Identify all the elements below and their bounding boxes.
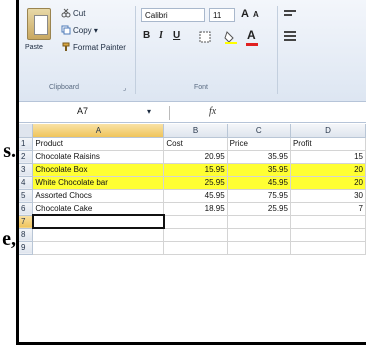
cell[interactable]: 35.95 [227,150,291,164]
formula-bar: A7 ▾ fx [19,103,366,123]
grow-font-button[interactable]: A [241,8,249,20]
font-group-label: Font [194,84,209,91]
cell[interactable]: 75.95 [227,189,291,203]
column-header-c[interactable]: C [227,124,291,138]
cell[interactable] [290,215,366,229]
selected-cell[interactable] [31,214,165,229]
format-painter-icon [62,42,70,51]
cell[interactable] [290,241,366,255]
cell[interactable]: 7 [290,202,366,216]
table-row: 9 [19,241,366,255]
cell[interactable]: 20 [290,176,366,190]
cell[interactable]: 35.95 [227,163,291,177]
cell[interactable]: Price [227,137,291,151]
cell[interactable]: White Chocolate bar [32,176,165,190]
cell[interactable] [32,228,165,242]
group-separator [277,6,278,94]
cell[interactable]: Chocolate Box [32,163,165,177]
row-header[interactable]: 5 [19,189,34,203]
cell[interactable]: Cost [163,137,228,151]
cell[interactable] [163,215,228,229]
column-header-b[interactable]: B [163,124,228,138]
cell[interactable]: 30 [290,189,366,203]
cell[interactable]: 20.95 [163,150,228,164]
ribbon: Paste Cut Copy ▾ Format Painter Clipboar… [19,0,366,102]
formula-divider [169,106,170,120]
row-header[interactable]: 4 [19,176,34,190]
cell[interactable] [227,241,291,255]
group-separator [135,6,136,94]
cell[interactable]: 15.95 [163,163,228,177]
cell[interactable]: 45.95 [163,189,228,203]
cell[interactable]: 15 [290,150,366,164]
borders-icon[interactable] [199,31,213,43]
cell[interactable] [163,228,228,242]
table-row: 5 Assorted Chocs 45.95 75.95 30 [19,189,366,203]
align-left-icon[interactable] [283,30,297,42]
formula-input[interactable] [229,106,366,120]
dialog-launcher-icon[interactable]: ⌟ [123,84,126,92]
row-header[interactable]: 7 [19,215,34,229]
name-box-dropdown-icon[interactable]: ▾ [147,107,151,116]
underline-button[interactable]: U [173,30,180,41]
table-row: 2 Chocolate Raisins 20.95 35.95 15 [19,150,366,164]
column-header-d[interactable]: D [290,124,366,138]
italic-button[interactable]: I [159,30,163,41]
cell[interactable]: Product [32,137,165,151]
cell[interactable] [290,228,366,242]
table-row: 6 Chocolate Cake 18.95 25.95 7 [19,202,366,216]
align-top-icon[interactable] [283,9,297,19]
table-row-highlighted: 4 White Chocolate bar 25.95 45.95 20 [19,176,366,190]
cell[interactable]: Assorted Chocs [32,189,165,203]
bold-button[interactable]: B [143,30,150,41]
cell[interactable]: 20 [290,163,366,177]
table-row: 7 [19,214,366,229]
name-box[interactable]: A7 [33,106,143,120]
font-size-combo[interactable]: 11 [209,8,235,22]
left-text-fragment: e, [2,228,16,250]
paste-button[interactable]: Paste [25,44,43,51]
row-header[interactable]: 8 [19,228,34,242]
paste-icon[interactable] [27,8,51,40]
row-header[interactable]: 1 [19,137,34,151]
table-row-highlighted: 3 Chocolate Box 15.95 35.95 20 [19,163,366,177]
select-all-corner[interactable] [19,124,34,138]
column-header-a[interactable]: A [32,124,165,138]
cell[interactable]: Profit [290,137,366,151]
cell[interactable]: Chocolate Raisins [32,150,165,164]
row-header[interactable]: 2 [19,150,34,164]
format-painter-button[interactable]: Format Painter [73,43,126,52]
cell[interactable] [227,228,291,242]
left-text-fragment: s. [3,140,16,162]
cell[interactable] [163,241,228,255]
fill-color-icon[interactable] [224,30,238,44]
font-name-combo[interactable]: Calibri [141,8,205,22]
row-header[interactable]: 3 [19,163,34,177]
font-color-swatch [246,43,258,46]
copy-icon [61,25,71,35]
excel-window: Paste Cut Copy ▾ Format Painter Clipboar… [16,0,366,345]
cell[interactable] [32,241,165,255]
cell[interactable]: 18.95 [163,202,228,216]
cell[interactable]: 25.95 [227,202,291,216]
row-header[interactable]: 6 [19,202,34,216]
table-row: 1 Product Cost Price Profit [19,137,366,151]
font-color-button[interactable]: A [247,28,256,42]
worksheet-grid: A B C D 1 Product Cost Price Profit 2 Ch… [19,124,366,255]
cell[interactable] [227,215,291,229]
cell[interactable]: 45.95 [227,176,291,190]
copy-button[interactable]: Copy ▾ [73,26,98,35]
row-header[interactable]: 9 [19,241,34,255]
cell[interactable]: Chocolate Cake [32,202,165,216]
scissors-icon [61,8,71,18]
shrink-font-button[interactable]: A [253,10,259,19]
clipboard-group-label: Clipboard [49,84,79,91]
cut-button[interactable]: Cut [73,9,85,18]
cell[interactable]: 25.95 [163,176,228,190]
insert-function-button[interactable]: fx [209,106,216,117]
table-row: 8 [19,228,366,242]
